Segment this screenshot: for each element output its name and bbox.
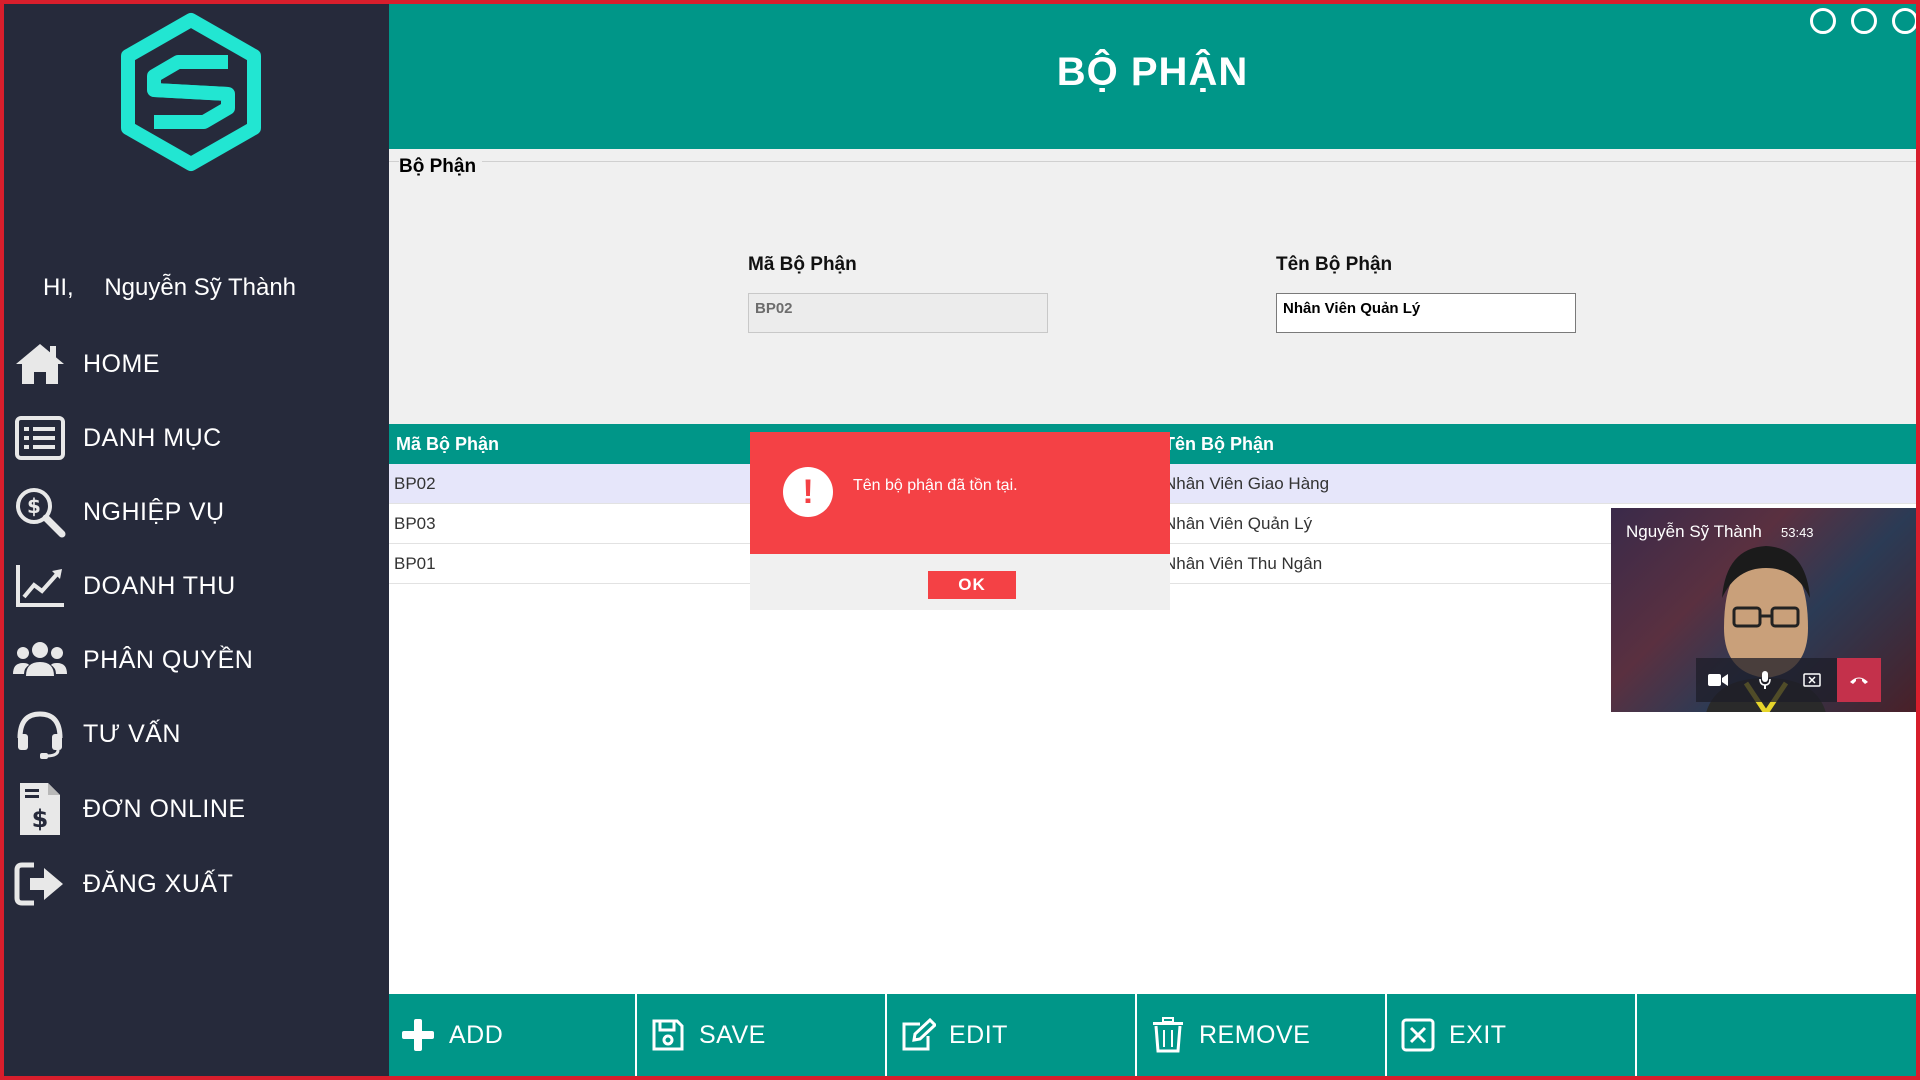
camera-icon	[1708, 674, 1728, 686]
name-field[interactable]: Nhân Viên Quản Lý	[1276, 293, 1576, 333]
caller-name: Nguyễn Sỹ Thành	[1626, 522, 1762, 541]
cell-name: Nhân Viên Giao Hàng	[1164, 474, 1330, 493]
sidebar-item-label: HOME	[83, 349, 160, 378]
search-dollar-icon: $	[12, 486, 68, 538]
name-label: Tên Bộ Phận	[1276, 254, 1393, 275]
hang-up-icon	[1850, 677, 1868, 684]
svg-text:$: $	[32, 805, 49, 833]
dialog-body: ! Tên bộ phận đã tồn tại.	[750, 432, 1170, 554]
edit-button[interactable]: EDIT	[889, 994, 1137, 1076]
camera-button[interactable]	[1696, 658, 1740, 702]
end-call-button[interactable]	[1837, 658, 1881, 702]
error-dialog: ! Tên bộ phận đã tồn tại. OK	[750, 432, 1170, 610]
cell-name: Nhân Viên Thu Ngân	[1164, 554, 1323, 573]
sidebar-item-phan-quyen[interactable]: PHÂN QUYỀN	[12, 630, 382, 690]
chart-line-icon	[12, 560, 68, 612]
cell-code: BP03	[394, 514, 436, 533]
save-icon	[649, 1016, 687, 1054]
sidebar-item-don-online[interactable]: $ ĐƠN ONLINE	[12, 779, 382, 839]
code-field: BP02	[748, 293, 1048, 333]
exit-label: EXIT	[1449, 1020, 1507, 1049]
sidebar-item-doanh-thu[interactable]: DOANH THU	[12, 556, 382, 616]
sign-out-icon	[12, 858, 68, 910]
sidebar-item-tu-van[interactable]: TƯ VẤN	[12, 704, 382, 764]
headset-icon	[12, 708, 68, 760]
video-call-window[interactable]: Nguyễn Sỹ Thành 53:43	[1611, 508, 1916, 712]
close-box-icon	[1399, 1016, 1437, 1054]
greeting-hi: HI,	[43, 274, 74, 301]
save-label: SAVE	[699, 1020, 766, 1049]
edit-icon	[899, 1016, 937, 1054]
code-label: Mã Bộ Phận	[748, 254, 857, 275]
sidebar-item-danh-muc[interactable]: DANH MỤC	[12, 408, 382, 468]
microphone-icon	[1759, 671, 1771, 689]
exit-button[interactable]: EXIT	[1389, 994, 1637, 1076]
dialog-message: Tên bộ phận đã tồn tại.	[853, 477, 1018, 494]
add-button[interactable]: ADD	[389, 994, 637, 1076]
maximize-button[interactable]	[1851, 8, 1877, 34]
remove-button[interactable]: REMOVE	[1139, 994, 1387, 1076]
home-icon	[12, 338, 68, 390]
sidebar-item-label: ĐĂNG XUẤT	[83, 869, 234, 898]
sidebar-item-home[interactable]: HOME	[12, 334, 382, 394]
user-greeting: HI, Nguyễn Sỹ Thành	[43, 274, 296, 302]
invoice-icon: $	[12, 783, 68, 835]
exclamation-icon: !	[783, 467, 833, 517]
sidebar-item-label: DOANH THU	[83, 571, 236, 600]
remove-label: REMOVE	[1199, 1020, 1311, 1049]
page-title: BỘ PHẬN	[1056, 50, 1249, 94]
plus-icon	[399, 1016, 437, 1054]
trash-icon	[1149, 1016, 1187, 1054]
user-name: Nguyễn Sỹ Thành	[104, 274, 297, 301]
mic-button[interactable]	[1743, 658, 1787, 702]
sidebar-item-label: TƯ VẤN	[83, 719, 181, 748]
sidebar-item-label: PHÂN QUYỀN	[83, 645, 254, 674]
cell-name: Nhân Viên Quản Lý	[1164, 514, 1313, 533]
cell-code: BP01	[394, 554, 436, 573]
ok-button[interactable]: OK	[928, 571, 1016, 599]
sidebar-item-label: ĐƠN ONLINE	[83, 794, 246, 823]
department-form: Bộ Phận Mã Bộ Phận BP02 Tên Bộ Phận Nhân…	[389, 149, 1916, 424]
column-header-code[interactable]: Mã Bộ Phận	[396, 434, 499, 455]
page-header: BỘ PHẬN	[389, 4, 1916, 149]
add-label: ADD	[449, 1020, 504, 1049]
minimize-button[interactable]	[1810, 8, 1836, 34]
edit-label: EDIT	[949, 1020, 1008, 1049]
call-controls	[1696, 658, 1881, 702]
sidebar: HI, Nguyễn Sỹ Thành HOME DANH MỤC $ NGHI…	[4, 4, 389, 1076]
column-header-name[interactable]: Tên Bộ Phận	[1164, 434, 1274, 455]
app-window: HI, Nguyễn Sỹ Thành HOME DANH MỤC $ NGHI…	[4, 4, 1916, 1076]
call-duration: 53:43	[1781, 525, 1814, 540]
list-icon	[12, 412, 68, 464]
cell-code: BP02	[394, 474, 436, 493]
sidebar-item-dang-xuat[interactable]: ĐĂNG XUẤT	[12, 854, 382, 914]
share-screen-icon	[1803, 673, 1821, 687]
svg-text:$: $	[27, 494, 41, 518]
sidebar-item-label: DANH MỤC	[83, 423, 222, 452]
group-title: Bộ Phận	[399, 156, 483, 178]
save-button[interactable]: SAVE	[639, 994, 887, 1076]
app-logo	[116, 12, 266, 172]
group-divider	[389, 161, 1916, 162]
close-button[interactable]	[1892, 8, 1916, 34]
share-screen-button[interactable]	[1790, 658, 1834, 702]
sidebar-item-label: NGHIỆP VỤ	[83, 497, 225, 526]
bottom-toolbar: ADD SAVE EDIT REMOVE EXIT	[389, 994, 1916, 1076]
sidebar-item-nghiep-vu[interactable]: $ NGHIỆP VỤ	[12, 482, 382, 542]
users-icon	[12, 634, 68, 686]
